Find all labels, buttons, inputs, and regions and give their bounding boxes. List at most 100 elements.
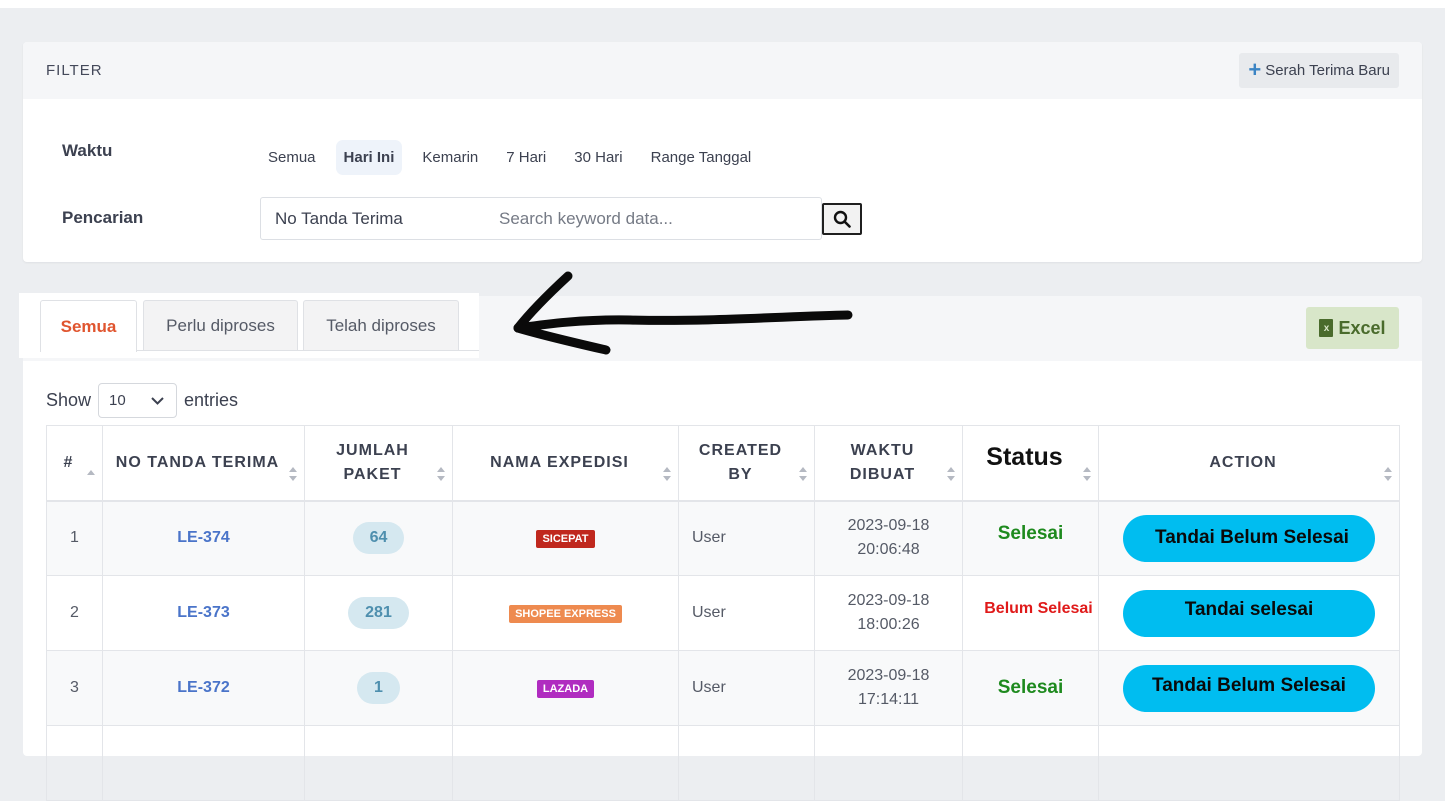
time-option-7-hari[interactable]: 7 Hari	[498, 140, 554, 175]
sort-icon	[289, 467, 298, 481]
table-header-row: # NO TANDA TERIMA JUMLAH PAKET NAMA EXPED…	[46, 425, 1400, 502]
col-header-action[interactable]: ACTION	[1098, 425, 1400, 502]
entries-value: 10	[109, 392, 126, 409]
created-clock: 18:00:26	[857, 616, 920, 633]
package-count-badge: 1	[357, 672, 400, 704]
expedition-badge: LAZADA	[536, 679, 595, 698]
created-by: User	[678, 575, 815, 651]
sort-icon	[1083, 467, 1092, 481]
col-created-label-1: CREATED	[698, 441, 783, 459]
sort-icon	[799, 467, 808, 481]
search-button[interactable]	[822, 203, 862, 235]
col-header-num[interactable]: #	[46, 425, 103, 502]
filter-card: FILTER + Serah Terima Baru Waktu Semua H…	[23, 42, 1422, 262]
col-header-waktu-dibuat[interactable]: WAKTU DIBUAT	[814, 425, 963, 502]
table-row: 1 LE-374 64 SICEPAT User 2023-09-18 20:06…	[46, 500, 1400, 576]
time-option-range-tanggal[interactable]: Range Tanggal	[643, 140, 760, 175]
handover-table: # NO TANDA TERIMA JUMLAH PAKET NAMA EXPED…	[46, 425, 1400, 801]
pencarian-label: Pencarian	[62, 208, 144, 227]
search-box: No Tanda Terima	[260, 197, 822, 240]
annotation-arrow-icon	[513, 271, 853, 355]
sort-asc-icon	[87, 470, 96, 484]
search-type-select[interactable]: No Tanda Terima	[275, 209, 403, 229]
package-count-badge: 281	[348, 597, 409, 629]
table-card: Semua Perlu diproses Telah diproses x Ex…	[19, 293, 1422, 801]
receipt-link[interactable]: LE-373	[177, 604, 229, 621]
created-time: 2023-09-18 18:00:26	[814, 575, 963, 651]
status-label: Selesai	[997, 523, 1064, 545]
new-handover-button[interactable]: + Serah Terima Baru	[1239, 53, 1399, 88]
col-action-label: ACTION	[1209, 453, 1277, 471]
created-clock: 17:14:11	[857, 691, 920, 708]
time-option-hari-ini[interactable]: Hari Ini	[335, 140, 403, 175]
plus-icon: +	[1248, 56, 1262, 82]
col-header-no-tanda-terima[interactable]: NO TANDA TERIMA	[102, 425, 305, 502]
show-entries: Show 10 entries	[46, 383, 238, 418]
col-header-nama-expedisi[interactable]: NAMA EXPEDISI	[452, 425, 679, 502]
table-row: 2 LE-373 281 SHOPEE EXPRESS User 2023-09…	[46, 575, 1400, 651]
excel-file-icon: x	[1319, 319, 1334, 337]
receipt-link[interactable]: LE-374	[177, 529, 229, 546]
tabs: Semua Perlu diproses Telah diproses	[19, 293, 479, 358]
col-jumlah-label-1: JUMLAH	[336, 441, 409, 459]
tab-telah-diproses[interactable]: Telah diproses	[303, 300, 459, 351]
search-input[interactable]	[497, 206, 807, 232]
waktu-label: Waktu	[62, 141, 113, 160]
col-expedisi-label: NAMA EXPEDISI	[490, 453, 629, 471]
col-header-jumlah-paket[interactable]: JUMLAH PAKET	[304, 425, 453, 502]
col-header-status[interactable]: Status	[962, 425, 1099, 502]
created-date: 2023-09-18	[847, 592, 930, 609]
tab-underline	[136, 350, 479, 351]
expedition-badge: SHOPEE EXPRESS	[509, 604, 622, 623]
col-created-label-2: BY	[728, 465, 753, 483]
tab-perlu-diproses[interactable]: Perlu diproses	[143, 300, 298, 351]
row-num: 3	[46, 650, 103, 726]
created-clock: 20:06:48	[857, 541, 920, 559]
entries-label: entries	[184, 390, 239, 410]
col-waktu-label-1: WAKTU	[850, 441, 915, 459]
status-label: Belum Selesai	[984, 600, 1093, 617]
sort-icon	[663, 467, 672, 481]
expedition-badge: SICEPAT	[536, 529, 595, 548]
top-strip	[0, 0, 1445, 8]
show-label: Show	[46, 390, 92, 410]
tab-semua[interactable]: Semua	[40, 300, 137, 352]
row-num: 2	[46, 575, 103, 651]
chevron-down-icon	[151, 396, 164, 405]
col-status-label: Status	[986, 442, 1063, 471]
mark-unfinished-button[interactable]: Tandai Belum Selesai	[1123, 514, 1375, 562]
sort-icon	[1384, 467, 1393, 481]
col-num-label: #	[63, 453, 74, 471]
sort-icon	[437, 467, 446, 481]
created-by: User	[678, 650, 815, 726]
time-option-kemarin[interactable]: Kemarin	[414, 140, 486, 175]
sort-icon	[947, 467, 956, 481]
created-by: User	[678, 500, 815, 576]
search-icon	[833, 210, 851, 228]
excel-export-button[interactable]: x Excel	[1306, 307, 1399, 349]
filter-title: FILTER	[46, 62, 103, 79]
filter-header: FILTER + Serah Terima Baru	[23, 42, 1422, 99]
entries-select[interactable]: 10	[98, 383, 178, 418]
created-date: 2023-09-18	[847, 667, 930, 684]
mark-unfinished-button[interactable]: Tandai Belum Selesai	[1123, 664, 1375, 712]
table-row: 3 LE-372 1 LAZADA User 2023-09-18 17:14:1…	[46, 650, 1400, 726]
status-label: Selesai	[997, 677, 1064, 698]
new-handover-label: Serah Terima Baru	[1265, 62, 1390, 79]
receipt-link[interactable]: LE-372	[177, 679, 229, 696]
excel-label: Excel	[1338, 317, 1386, 338]
created-time: 2023-09-18 17:14:11	[814, 650, 963, 726]
time-option-semua[interactable]: Semua	[260, 140, 324, 175]
time-option-30-hari[interactable]: 30 Hari	[566, 140, 630, 175]
created-time: 2023-09-18 20:06:48	[814, 500, 963, 576]
created-date: 2023-09-18	[847, 517, 930, 535]
time-options: Semua Hari Ini Kemarin 7 Hari 30 Hari Ra…	[260, 140, 771, 175]
col-no-label: NO TANDA TERIMA	[115, 453, 280, 471]
package-count-badge: 64	[352, 522, 405, 555]
mark-finished-button[interactable]: Tandai selesai	[1123, 589, 1375, 637]
col-jumlah-label-2: PAKET	[343, 465, 402, 483]
col-header-created-by[interactable]: CREATED BY	[678, 425, 815, 502]
row-num: 1	[46, 500, 103, 576]
col-waktu-label-2: DIBUAT	[849, 465, 916, 483]
table-row	[46, 725, 1400, 801]
